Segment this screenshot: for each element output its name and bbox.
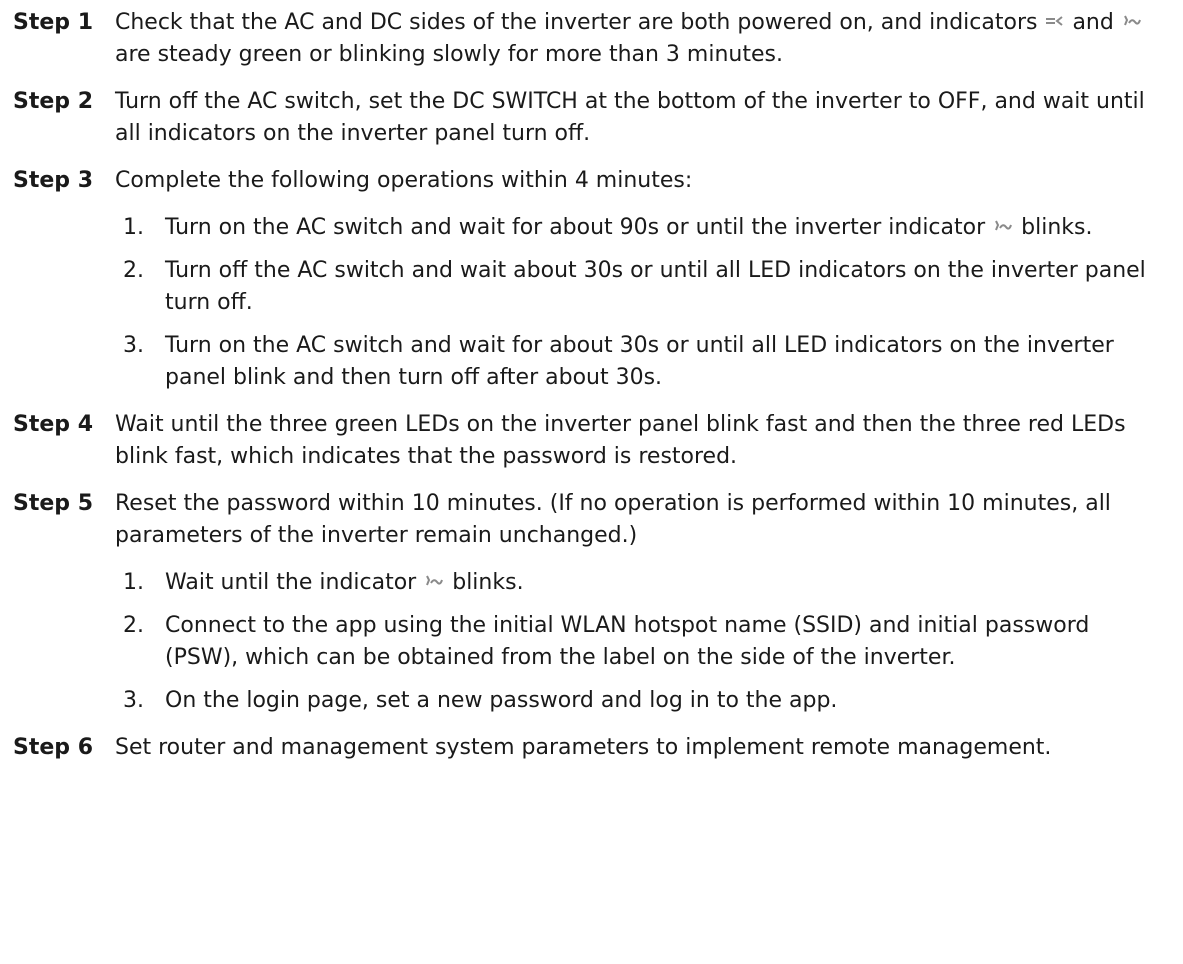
substep-number: 2. <box>123 258 144 283</box>
substep-number: 1. <box>123 215 144 240</box>
substep-number: 3. <box>123 333 144 358</box>
step-text-part: and <box>1072 10 1114 35</box>
substep-text: Connect to the app using the initial WLA… <box>165 613 1090 670</box>
substep-text: Turn on the AC switch and wait for about… <box>165 333 1114 390</box>
grid-indicator-icon <box>425 575 444 587</box>
substep-item: 2. Connect to the app using the initial … <box>115 610 1159 674</box>
substep-text-part: Turn on the AC switch and wait for about… <box>165 215 986 240</box>
substep-number: 2. <box>123 613 144 638</box>
substep-number: 3. <box>123 688 144 713</box>
step-6: Step 6 Set router and management system … <box>13 732 1183 764</box>
step-text-part: Check that the AC and DC sides of the in… <box>115 10 1038 35</box>
substep-text-part: Wait until the indicator <box>165 570 417 595</box>
step-text: Complete the following operations within… <box>115 168 693 193</box>
step-5: Step 5 Reset the password within 10 minu… <box>13 488 1183 717</box>
step-label: Step 2 <box>13 89 93 114</box>
substep-text: Turn off the AC switch and wait about 30… <box>165 258 1146 315</box>
step-text: Reset the password within 10 minutes. (I… <box>115 491 1111 548</box>
substep-text: Wait until the indicator blinks. <box>165 567 1159 599</box>
substep-list: 1. Wait until the indicator blinks. 2. C… <box>115 567 1159 717</box>
substep-text: On the login page, set a new password an… <box>165 688 838 713</box>
step-label: Step 4 <box>13 412 93 437</box>
substep-number: 1. <box>123 570 144 595</box>
grid-indicator-icon <box>1123 15 1141 27</box>
step-text: Wait until the three green LEDs on the i… <box>115 412 1126 469</box>
substep-item: 3. On the login page, set a new password… <box>115 685 1159 717</box>
step-label: Step 6 <box>13 735 93 760</box>
substep-text-part: blinks. <box>452 570 524 595</box>
step-label: Step 5 <box>13 491 93 516</box>
step-text: Check that the AC and DC sides of the in… <box>115 7 1183 71</box>
substep-text: Turn on the AC switch and wait for about… <box>165 212 1159 244</box>
substep-list: 1. Turn on the AC switch and wait for ab… <box>115 212 1159 394</box>
step-text-part: are steady green or blinking slowly for … <box>115 42 783 67</box>
step-2: Step 2 Turn off the AC switch, set the D… <box>13 86 1183 150</box>
step-4: Step 4 Wait until the three green LEDs o… <box>13 409 1183 473</box>
procedure-document: Step 1 Check that the AC and DC sides of… <box>0 0 1183 764</box>
substep-text-part: blinks. <box>1021 215 1093 240</box>
substep-item: 3. Turn on the AC switch and wait for ab… <box>115 330 1159 394</box>
pv-indicator-icon <box>1046 16 1064 26</box>
step-text: Set router and management system paramet… <box>115 735 1052 760</box>
substep-item: 2. Turn off the AC switch and wait about… <box>115 255 1159 319</box>
step-3: Step 3 Complete the following operations… <box>13 165 1183 394</box>
step-text: Turn off the AC switch, set the DC SWITC… <box>115 89 1145 146</box>
step-1: Step 1 Check that the AC and DC sides of… <box>13 7 1183 71</box>
step-label: Step 3 <box>13 168 93 193</box>
substep-item: 1. Turn on the AC switch and wait for ab… <box>115 212 1159 244</box>
grid-indicator-icon <box>994 220 1013 232</box>
substep-item: 1. Wait until the indicator blinks. <box>115 567 1159 599</box>
step-label: Step 1 <box>13 10 93 35</box>
